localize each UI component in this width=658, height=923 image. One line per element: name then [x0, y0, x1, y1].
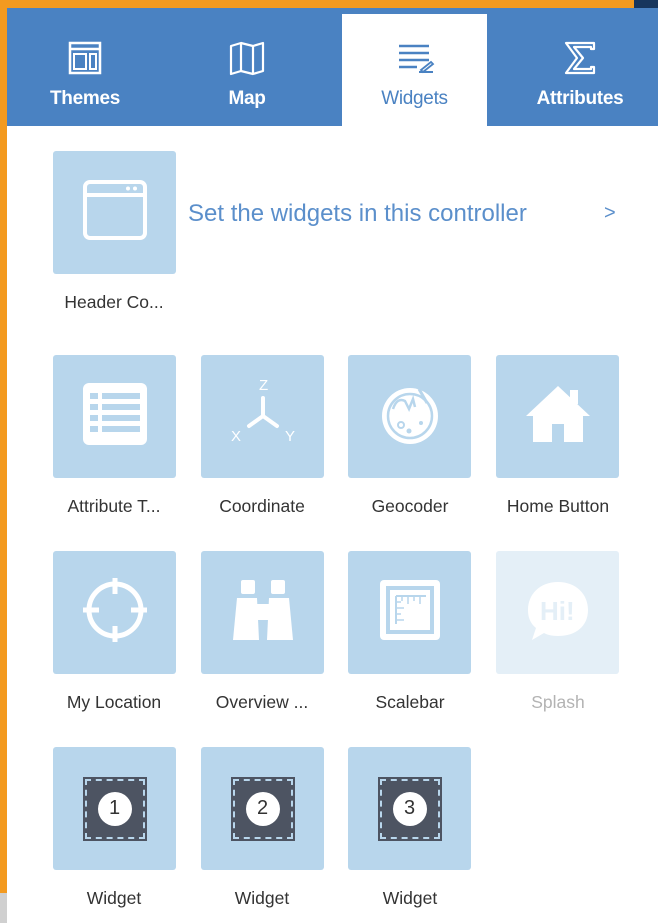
widget-label: Splash [531, 692, 585, 712]
tab-attributes-label: Attributes [536, 88, 624, 109]
header-controller-icon [80, 175, 150, 250]
tab-attributes[interactable]: Attributes [515, 14, 645, 126]
splash-icon: Hi! [522, 574, 594, 651]
map-icon [227, 38, 267, 78]
widget-tile-placeholder-2[interactable]: 2 [201, 747, 324, 870]
set-widgets-link[interactable]: Set the widgets in this controller [188, 200, 527, 228]
svg-text:X: X [231, 428, 241, 445]
tab-widgets[interactable]: Widgets [342, 14, 487, 126]
tab-themes-label: Themes [49, 88, 120, 109]
binoculars-icon [227, 574, 299, 651]
scalebar-icon [374, 574, 446, 651]
my-location-icon [79, 574, 151, 651]
tab-bar: Themes Map Widgets Attributes [7, 8, 658, 126]
attribute-table-icon [80, 379, 150, 454]
placeholder-widget-icon: 3 [377, 776, 442, 841]
widget-tile-attribute-table[interactable] [53, 355, 176, 478]
chevron-right-icon[interactable]: > [604, 202, 616, 225]
svg-text:Y: Y [285, 428, 295, 445]
sigma-icon [560, 38, 600, 78]
widgets-icon [395, 38, 435, 78]
home-icon [522, 378, 594, 455]
window-frame-top [0, 0, 658, 8]
widget-tile-home-button[interactable] [496, 355, 619, 478]
placeholder-widget-icon: 1 [82, 776, 147, 841]
widget-label: My Location [66, 692, 162, 712]
widget-label: Overview ... [215, 692, 309, 712]
widget-tile-my-location[interactable] [53, 551, 176, 674]
tab-map-label: Map [228, 88, 266, 109]
widget-tile-placeholder-3[interactable]: 3 [348, 747, 471, 870]
widget-tile-overview-map[interactable] [201, 551, 324, 674]
placeholder-number: 1 [97, 791, 132, 826]
widget-tile-geocoder[interactable] [348, 355, 471, 478]
tab-themes[interactable]: Themes [21, 14, 149, 126]
widget-label: Widget [382, 888, 438, 908]
widget-tile-splash[interactable]: Hi! [496, 551, 619, 674]
widget-label: Scalebar [375, 692, 445, 712]
widget-label: Geocoder [371, 496, 449, 516]
tab-map[interactable]: Map [183, 14, 311, 126]
window-frame-bottom [0, 893, 7, 923]
widget-label: Coordinate [219, 496, 305, 516]
widget-tile-scalebar[interactable] [348, 551, 471, 674]
themes-icon [65, 38, 105, 78]
placeholder-number: 2 [245, 791, 280, 826]
widget-tile-coordinate[interactable]: Z X Y [201, 355, 324, 478]
widgets-panel: Header Co... Set the widgets in this con… [7, 126, 658, 923]
svg-text:Z: Z [259, 377, 268, 394]
tab-widgets-label: Widgets [381, 88, 448, 109]
widget-tile-placeholder-1[interactable]: 1 [53, 747, 176, 870]
header-controller-label: Header Co... [64, 292, 164, 312]
coordinate-icon: Z X Y [223, 374, 303, 459]
widget-label: Home Button [506, 496, 610, 516]
widget-label: Attribute T... [67, 496, 161, 516]
widget-label: Widget [86, 888, 142, 908]
placeholder-number: 3 [392, 791, 427, 826]
svg-text:Hi!: Hi! [540, 596, 575, 626]
window-frame-left [0, 0, 7, 923]
placeholder-widget-icon: 2 [230, 776, 295, 841]
geocoder-icon [375, 379, 445, 454]
header-controller-tile[interactable] [53, 151, 176, 274]
widget-label: Widget [234, 888, 290, 908]
